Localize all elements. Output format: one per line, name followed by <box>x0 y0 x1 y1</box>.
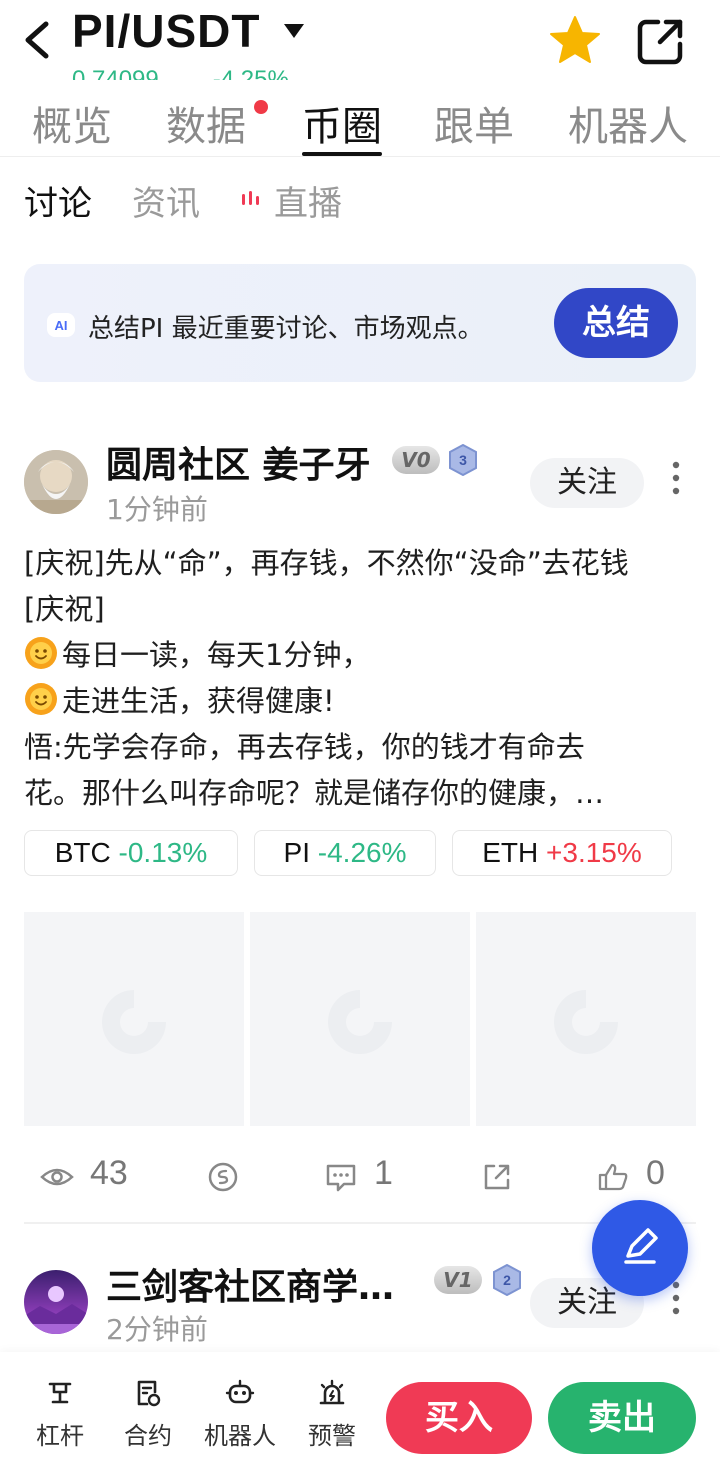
ticker-change: -4.26% <box>317 837 407 868</box>
post-image-placeholder[interactable] <box>250 912 470 1126</box>
comment-count: 1 <box>374 1154 393 1192</box>
post-text-line: [庆祝]先从“命”，再存钱，不然你“没命”去花钱 <box>24 546 629 580</box>
contract-icon <box>137 1380 161 1407</box>
nav-leverage[interactable]: 杠杆 <box>20 1378 100 1451</box>
ticker-chip-pi[interactable]: PI -4.26% <box>254 830 436 876</box>
ticker-chip-eth[interactable]: ETH +3.15% <box>452 830 672 876</box>
post-stats: 43 1 0 <box>0 1150 720 1206</box>
svg-text:2: 2 <box>503 1272 511 1288</box>
follow-button[interactable]: 关注 <box>530 458 644 508</box>
post-text-line: 花。那什么叫存命呢？就是储存你的健康，… <box>24 776 605 810</box>
level-badge: V1 <box>434 1266 482 1294</box>
sun-emoji-icon <box>25 683 57 715</box>
post-image-placeholder[interactable] <box>476 912 696 1126</box>
comment-icon[interactable] <box>324 1162 358 1192</box>
tab-copy-trading[interactable]: 跟单 <box>434 94 514 152</box>
post-text-span: 每日一读，每天1分钟， <box>62 638 371 672</box>
post-text-line: 悟:先学会存命，再去存钱，你的钱才有命去 <box>24 730 585 764</box>
back-icon[interactable] <box>18 18 58 62</box>
last-price: 0.74099 <box>72 66 159 80</box>
pencil-icon <box>624 1228 658 1264</box>
price-change: -4.25% <box>212 66 289 80</box>
robot-icon <box>225 1379 255 1404</box>
compose-post-button[interactable] <box>592 1200 688 1296</box>
post-time: 2分钟前 <box>106 1313 208 1346</box>
price-ticker-strip: 0.74099 -4.25% <box>72 66 343 80</box>
nav-alert[interactable]: 预警 <box>292 1378 372 1451</box>
nav-label: 合约 <box>124 1422 172 1450</box>
ai-icon: AI <box>47 313 75 337</box>
post-author[interactable]: 圆周社区 姜子牙 <box>106 436 371 488</box>
share-icon[interactable] <box>636 16 686 66</box>
alarm-icon <box>319 1379 345 1405</box>
post-text-line: 走进生活，获得健康! <box>24 678 335 720</box>
buy-button[interactable]: 买入 <box>386 1382 532 1454</box>
post-text-span: 走进生活，获得健康! <box>62 684 335 718</box>
svg-text:AI: AI <box>55 318 68 333</box>
ticker-symbol: BTC <box>54 837 111 868</box>
nav-label: 预警 <box>308 1422 356 1450</box>
level-badge: V0 <box>392 446 440 474</box>
ai-summary-text: 总结PI 最近重要讨论、市场观点。 <box>88 314 484 344</box>
nav-label: 杠杆 <box>36 1422 84 1450</box>
avatar[interactable] <box>24 1270 88 1334</box>
tab-overview[interactable]: 概览 <box>32 94 112 152</box>
loading-icon <box>554 990 618 1054</box>
loading-icon <box>328 990 392 1054</box>
post-text-line: 每日一读，每天1分钟， <box>24 632 370 674</box>
ticker-chip-btc[interactable]: BTC -0.13% <box>24 830 238 876</box>
like-icon[interactable] <box>596 1162 630 1192</box>
ticker-symbol: PI <box>283 837 310 868</box>
summarize-button[interactable]: 总结 <box>554 288 678 358</box>
subtab-news[interactable]: 资讯 <box>132 176 200 225</box>
tab-data[interactable]: 数据 <box>166 94 246 152</box>
share-icon[interactable] <box>480 1162 514 1192</box>
nav-label: 机器人 <box>204 1422 276 1450</box>
leverage-icon <box>48 1382 72 1404</box>
live-icon <box>242 191 259 205</box>
post-image-placeholder[interactable] <box>24 912 244 1126</box>
nav-robot[interactable]: 机器人 <box>200 1378 280 1451</box>
subtab-live[interactable]: 直播 <box>274 176 342 225</box>
chevron-down-icon[interactable] <box>282 22 306 40</box>
tab-community[interactable]: 币圈 <box>302 94 382 152</box>
rank-badge-icon: 2 <box>493 1264 521 1296</box>
tab-bot[interactable]: 机器人 <box>568 94 688 152</box>
post-author[interactable]: 三剑客社区商学… <box>106 1258 394 1310</box>
post-time: 1分钟前 <box>106 493 208 526</box>
notification-dot <box>254 100 268 114</box>
view-count: 43 <box>90 1154 128 1192</box>
more-options-icon[interactable] <box>670 460 682 496</box>
svg-text:3: 3 <box>459 452 467 468</box>
like-count: 0 <box>646 1154 665 1192</box>
ticker-symbol: ETH <box>482 837 539 868</box>
sell-button[interactable]: 卖出 <box>548 1382 696 1454</box>
eye-icon <box>40 1168 74 1186</box>
star-icon[interactable] <box>548 14 602 66</box>
ticker-change: +3.15% <box>546 837 642 868</box>
main-tabs: 概览 数据 币圈 跟单 机器人 <box>0 92 720 156</box>
nav-contract[interactable]: 合约 <box>108 1378 188 1451</box>
avatar[interactable] <box>24 450 88 514</box>
tip-coin-icon[interactable] <box>206 1162 240 1192</box>
pair-title[interactable]: PI/USDT <box>72 4 260 58</box>
ticker-change: -0.13% <box>118 837 208 868</box>
subtab-discussion[interactable]: 讨论 <box>24 176 92 225</box>
divider <box>0 156 720 157</box>
post-text-line: [庆祝] <box>24 592 105 626</box>
rank-badge-icon: 3 <box>449 444 477 476</box>
sun-emoji-icon <box>25 637 57 669</box>
loading-icon <box>102 990 166 1054</box>
